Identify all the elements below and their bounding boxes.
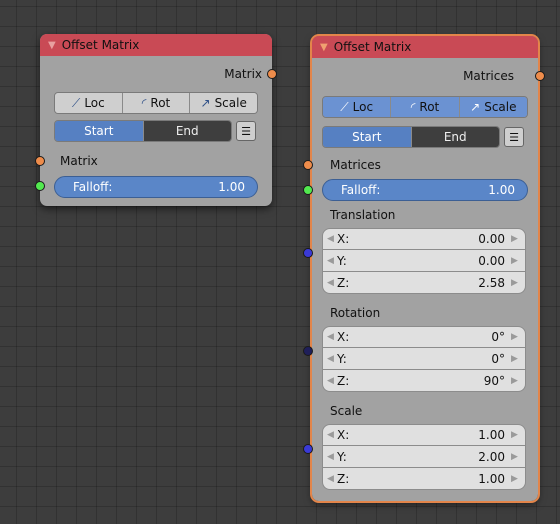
increment-icon[interactable]: ▶	[511, 256, 521, 266]
falloff-field[interactable]: Falloff: 1.00	[322, 179, 528, 201]
list-button[interactable]: ☰	[236, 121, 256, 141]
matrices-output-socket[interactable]	[535, 71, 545, 81]
increment-icon[interactable]: ▶	[511, 452, 521, 462]
mode-scale-button[interactable]: ↗ Scale	[190, 93, 257, 113]
start-end-toggle: Start End	[322, 126, 500, 148]
translation-input-socket[interactable]	[303, 248, 313, 258]
scale-x-field[interactable]: ◀ X: 1.00 ▶	[322, 424, 526, 446]
decrement-icon[interactable]: ◀	[327, 234, 337, 244]
mode-rot-button[interactable]: ◜ Rot	[122, 93, 191, 113]
end-button[interactable]: End	[411, 127, 499, 147]
mode-selector: ⟋ Loc ◜ Rot ↗ Scale	[322, 96, 528, 118]
falloff-value: 1.00	[218, 180, 245, 194]
rotation-input-socket[interactable]	[303, 346, 313, 356]
scale-y-field[interactable]: ◀ Y: 2.00 ▶	[322, 446, 526, 468]
output-label: Matrices	[463, 69, 514, 83]
mode-loc-button[interactable]: ⟋ Loc	[55, 93, 123, 113]
decrement-icon[interactable]: ◀	[327, 376, 337, 386]
mode-loc-button[interactable]: ⟋ Loc	[323, 97, 392, 117]
mode-selector: ⟋ Loc ◜ Rot ↗ Scale	[54, 92, 258, 114]
rotation-z-field[interactable]: ◀ Z: 90° ▶	[322, 370, 526, 392]
start-button[interactable]: Start	[323, 127, 412, 147]
node-title: Offset Matrix	[333, 40, 412, 54]
list-icon: ☰	[509, 130, 519, 144]
increment-icon[interactable]: ▶	[511, 278, 521, 288]
list-button[interactable]: ☰	[504, 127, 524, 147]
falloff-input-socket[interactable]	[35, 181, 45, 191]
scale-z-field[interactable]: ◀ Z: 1.00 ▶	[322, 468, 526, 490]
scale-label: Scale	[330, 404, 363, 418]
list-icon: ☰	[241, 124, 251, 138]
decrement-icon[interactable]: ◀	[327, 474, 337, 484]
rotation-label: Rotation	[330, 306, 381, 320]
decrement-icon[interactable]: ◀	[327, 256, 337, 266]
falloff-label: Falloff:	[73, 180, 113, 194]
output-label: Matrix	[224, 67, 262, 81]
falloff-field[interactable]: Falloff: 1.00	[54, 176, 258, 198]
translation-y-field[interactable]: ◀ Y: 0.00 ▶	[322, 250, 526, 272]
increment-icon[interactable]: ▶	[511, 376, 521, 386]
decrement-icon[interactable]: ◀	[327, 452, 337, 462]
input-label: Matrices	[330, 158, 381, 172]
offset-matrix-node-2[interactable]: ▼ Offset Matrix Matrices ⟋ Loc ◜ Rot ↗ S…	[310, 34, 540, 503]
matrix-output-socket[interactable]	[267, 69, 277, 79]
decrement-icon[interactable]: ◀	[327, 354, 337, 364]
matrices-input-socket[interactable]	[303, 160, 313, 170]
translation-label: Translation	[330, 208, 396, 222]
start-end-toggle: Start End	[54, 120, 232, 142]
node-header[interactable]: ▼ Offset Matrix	[40, 34, 272, 56]
rot-icon: ◜	[141, 96, 147, 110]
scale-input-socket[interactable]	[303, 444, 313, 454]
falloff-input-socket[interactable]	[303, 185, 313, 195]
node-title: Offset Matrix	[61, 38, 140, 52]
scale-icon: ↗	[470, 100, 481, 114]
increment-icon[interactable]: ▶	[511, 474, 521, 484]
decrement-icon[interactable]: ◀	[327, 278, 337, 288]
end-button[interactable]: End	[143, 121, 231, 141]
matrix-input-socket[interactable]	[35, 156, 45, 166]
falloff-value: 1.00	[488, 183, 515, 197]
falloff-label: Falloff:	[341, 183, 381, 197]
input-label: Matrix	[60, 154, 98, 168]
increment-icon[interactable]: ▶	[511, 234, 521, 244]
collapse-triangle-icon[interactable]: ▼	[320, 42, 328, 53]
decrement-icon[interactable]: ◀	[327, 332, 337, 342]
increment-icon[interactable]: ▶	[511, 354, 521, 364]
mode-scale-button[interactable]: ↗ Scale	[459, 97, 527, 117]
mode-rot-button[interactable]: ◜ Rot	[391, 97, 460, 117]
increment-icon[interactable]: ▶	[511, 430, 521, 440]
scale-icon: ↗	[200, 96, 211, 110]
start-button[interactable]: Start	[55, 121, 144, 141]
translation-z-field[interactable]: ◀ Z: 2.58 ▶	[322, 272, 526, 294]
node-header[interactable]: ▼ Offset Matrix	[312, 36, 538, 58]
increment-icon[interactable]: ▶	[511, 332, 521, 342]
rotation-x-field[interactable]: ◀ X: 0° ▶	[322, 326, 526, 348]
loc-icon: ⟋	[71, 95, 81, 110]
rot-icon: ◜	[410, 100, 416, 114]
offset-matrix-node-1[interactable]: ▼ Offset Matrix Matrix ⟋ Loc ◜ Rot ↗ Sca…	[40, 34, 272, 206]
translation-x-field[interactable]: ◀ X: 0.00 ▶	[322, 228, 526, 250]
collapse-triangle-icon[interactable]: ▼	[48, 40, 56, 51]
decrement-icon[interactable]: ◀	[327, 430, 337, 440]
loc-icon: ⟋	[340, 99, 349, 114]
rotation-y-field[interactable]: ◀ Y: 0° ▶	[322, 348, 526, 370]
